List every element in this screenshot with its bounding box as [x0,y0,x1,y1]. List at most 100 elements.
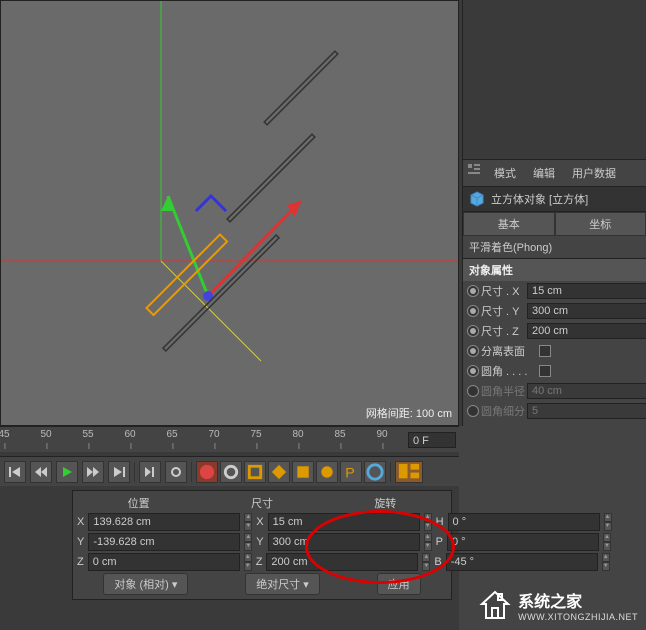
right-top-area [463,0,646,160]
house-icon [478,588,512,622]
viewport[interactable]: 网格间距: 100 cm [0,0,459,426]
play-button[interactable] [56,461,78,483]
ruler-tick: 90 [376,429,387,440]
rot-b-label: B [434,556,441,568]
next-key-button[interactable] [82,461,104,483]
rot-b-spinner[interactable]: ▲▼ [602,553,610,571]
rot-b-input[interactable] [446,553,598,571]
pos-x-spinner[interactable]: ▲▼ [244,513,252,531]
size-x-input[interactable] [268,513,420,531]
key-scale-button[interactable] [292,461,314,483]
ruler-tick: 60 [124,429,135,440]
autokey-button[interactable] [220,461,242,483]
label-size-x: 尺寸 . X [481,283,525,299]
header-position: 位置 [77,495,200,511]
attribute-panel: 模式 编辑 用户数据 立方体对象 [立方体] 基本 坐标 平滑着色(Phong)… [462,0,646,426]
pos-z-input[interactable] [88,553,240,571]
size-x-spinner[interactable]: ▲▼ [424,513,432,531]
radio-size-x[interactable] [467,285,479,297]
watermark-sub: WWW.XITONGZHIJIA.NET [518,612,638,622]
ruler-tick: 55 [82,429,93,440]
checkbox-separate[interactable] [539,345,551,357]
rot-h-spinner[interactable]: ▲▼ [604,513,612,531]
menu-userdata[interactable]: 用户数据 [564,163,624,183]
svg-text:P: P [345,465,355,481]
transport-bar: P [0,456,459,486]
object-props-header: 对象属性 [463,259,646,281]
radio-fillet-radius[interactable] [467,385,479,397]
radio-fillet[interactable] [467,365,479,377]
loop-button[interactable] [165,461,187,483]
radio-size-z[interactable] [467,325,479,337]
rot-h-label: H [436,516,444,528]
size-axis-y: Y [256,536,263,548]
radio-separate[interactable] [467,345,479,357]
current-frame[interactable]: 0 F [408,432,456,448]
attribute-menu-bar: 模式 编辑 用户数据 [463,160,646,187]
size-y-input[interactable] [268,533,420,551]
layout-button[interactable] [395,461,423,483]
axis-z: Z [77,556,84,568]
absolute-size-button[interactable]: 绝对尺寸 ▾ [245,573,320,595]
size-z-spinner[interactable]: ▲▼ [422,553,430,571]
goto-end-button[interactable] [108,461,130,483]
label-size-y: 尺寸 . Y [481,303,525,319]
rot-h-input[interactable] [448,513,600,531]
timeline-ruler[interactable]: 45505560657075808590 [0,426,459,452]
menu-edit[interactable]: 编辑 [525,163,563,183]
ruler-tick: 45 [0,429,10,440]
label-size-z: 尺寸 . Z [481,323,525,339]
ruler-tick: 65 [166,429,177,440]
pos-y-spinner[interactable]: ▲▼ [244,533,252,551]
ruler-tick: 50 [40,429,51,440]
label-fillet-sub: 圆角细分 [481,403,525,419]
rot-p-label: P [436,536,443,548]
key-param-button[interactable]: P [340,461,362,483]
pos-x-input[interactable] [88,513,240,531]
goto-start-button[interactable] [4,461,26,483]
apply-button[interactable]: 应用 [377,573,421,595]
size-axis-z: Z [256,556,263,568]
tab-basic[interactable]: 基本 [463,212,555,236]
input-size-z[interactable] [527,323,646,339]
size-y-spinner[interactable]: ▲▼ [424,533,432,551]
object-relative-button[interactable]: 对象 (相对) ▾ [103,573,188,595]
radio-size-y[interactable] [467,305,479,317]
watermark: 系统之家 WWW.XITONGZHIJIA.NET [478,588,638,622]
key-selection-button[interactable] [244,461,266,483]
phong-row[interactable]: 平滑着色(Phong) [463,236,646,259]
ruler-tick: 80 [292,429,303,440]
label-separate: 分离表面 [481,343,537,359]
input-size-y[interactable] [527,303,646,319]
rot-p-input[interactable] [447,533,599,551]
attribute-tabs: 基本 坐标 [463,212,646,236]
cube-icon [469,191,485,207]
ruler-tick: 85 [334,429,345,440]
size-z-input[interactable] [266,553,418,571]
pos-z-spinner[interactable]: ▲▼ [244,553,252,571]
label-fillet: 圆角 . . . . [481,363,537,379]
pos-y-input[interactable] [88,533,240,551]
skip-button[interactable] [139,461,161,483]
header-size: 尺寸 [200,495,323,511]
checkbox-fillet[interactable] [539,365,551,377]
axis-x: X [77,516,84,528]
prev-key-button[interactable] [30,461,52,483]
menu-mode[interactable]: 模式 [486,163,524,183]
ruler-tick: 70 [208,429,219,440]
label-fillet-radius: 圆角半径 [481,383,525,399]
key-pos-button[interactable] [268,461,290,483]
radio-fillet-sub[interactable] [467,405,479,417]
input-fillet-sub [527,403,646,419]
key-pla-button[interactable] [364,461,386,483]
rot-p-spinner[interactable]: ▲▼ [603,533,611,551]
ruler-scale[interactable]: 45505560657075808590 [0,427,459,452]
header-rotation: 旋转 [324,495,447,511]
key-rot-button[interactable] [316,461,338,483]
mode-icon [467,163,481,177]
input-size-x[interactable] [527,283,646,299]
object-name: 立方体对象 [立方体] [491,191,588,207]
axis-y: Y [77,536,84,548]
tab-coord[interactable]: 坐标 [555,212,646,236]
record-button[interactable] [196,461,218,483]
